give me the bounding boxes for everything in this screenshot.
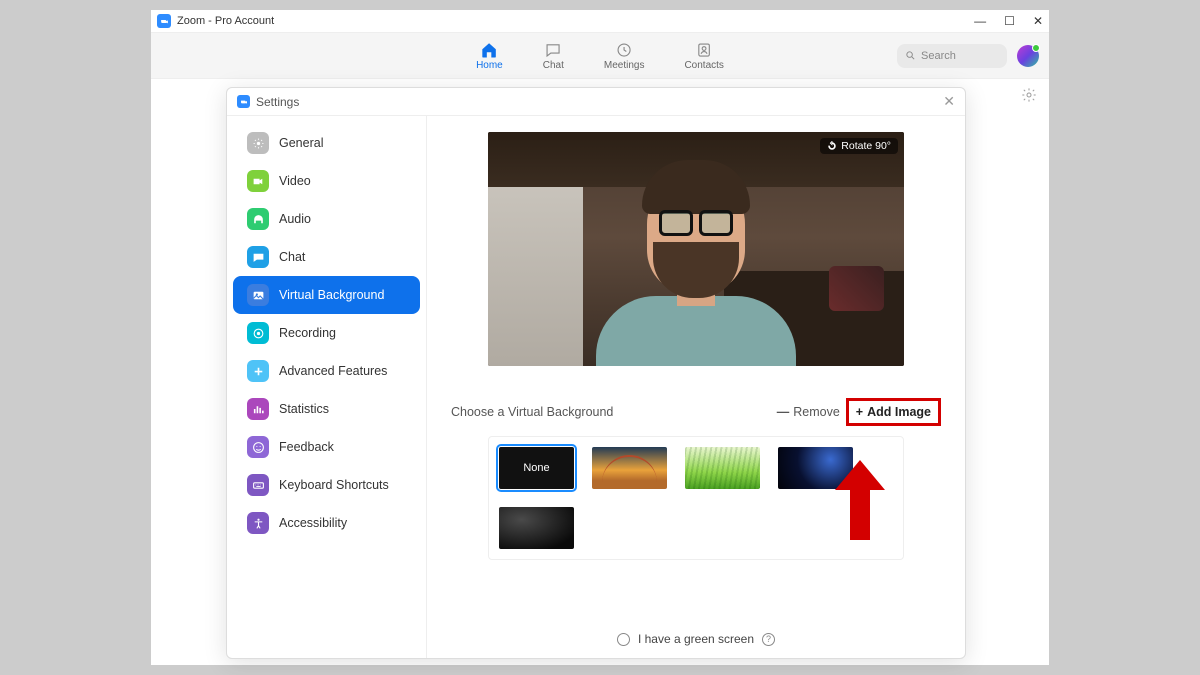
search-input[interactable]: Search bbox=[897, 44, 1007, 68]
search-icon bbox=[905, 50, 916, 61]
user-avatar[interactable] bbox=[1017, 45, 1039, 67]
background-thumb-dark[interactable] bbox=[499, 507, 574, 549]
plus-icon: + bbox=[856, 405, 863, 419]
add-image-button[interactable]: + Add Image bbox=[850, 402, 937, 422]
help-icon[interactable]: ? bbox=[762, 633, 775, 646]
add-image-highlight: + Add Image bbox=[846, 398, 941, 426]
nav-tab-label: Meetings bbox=[604, 60, 645, 71]
record-icon bbox=[247, 322, 269, 344]
choose-background-label: Choose a Virtual Background bbox=[451, 405, 771, 419]
window-title: Zoom - Pro Account bbox=[177, 15, 274, 27]
sidebar-item-label: Chat bbox=[279, 250, 305, 264]
settings-content-virtual-background: Rotate 90° Choose a Virtual Background —… bbox=[427, 116, 965, 658]
rotate-label: Rotate 90° bbox=[841, 140, 891, 152]
smile-icon bbox=[247, 436, 269, 458]
gear-icon bbox=[247, 132, 269, 154]
sidebar-item-chat[interactable]: Chat bbox=[233, 238, 420, 276]
nav-tab-label: Home bbox=[476, 60, 503, 71]
nav-tab-label: Chat bbox=[543, 60, 564, 71]
image-icon bbox=[247, 284, 269, 306]
home-icon bbox=[479, 40, 499, 60]
window-close-button[interactable]: ✕ bbox=[1033, 14, 1043, 28]
sidebar-item-label: Feedback bbox=[279, 440, 334, 454]
add-image-label: Add Image bbox=[867, 405, 931, 419]
chat-bubble-icon bbox=[543, 40, 563, 60]
settings-gear-button[interactable] bbox=[1021, 87, 1037, 108]
sidebar-item-label: Virtual Background bbox=[279, 288, 384, 302]
rotate-90-button[interactable]: Rotate 90° bbox=[820, 138, 898, 154]
headphones-icon bbox=[247, 208, 269, 230]
settings-close-button[interactable]: ✕ bbox=[943, 93, 955, 110]
video-icon bbox=[247, 170, 269, 192]
minus-icon: — bbox=[777, 405, 790, 419]
settings-dialog-header: Settings ✕ bbox=[227, 88, 965, 116]
gear-icon bbox=[1021, 87, 1037, 103]
chat-icon bbox=[247, 246, 269, 268]
zoom-logo-icon bbox=[157, 14, 171, 28]
settings-dialog-title: Settings bbox=[256, 95, 299, 109]
search-placeholder: Search bbox=[921, 50, 956, 62]
rotate-icon bbox=[827, 141, 837, 151]
remove-label: Remove bbox=[793, 405, 840, 419]
sidebar-item-video[interactable]: Video bbox=[233, 162, 420, 200]
window-maximize-button[interactable]: ☐ bbox=[1004, 14, 1015, 28]
main-content-area: Settings ✕ General Video Audio bbox=[151, 79, 1049, 665]
background-thumb-bridge[interactable] bbox=[592, 447, 667, 489]
sidebar-item-label: Advanced Features bbox=[279, 364, 387, 378]
window-minimize-button[interactable]: — bbox=[974, 14, 986, 28]
nav-tab-label: Contacts bbox=[684, 60, 723, 71]
sidebar-item-general[interactable]: General bbox=[233, 124, 420, 162]
clock-icon bbox=[614, 40, 634, 60]
green-screen-row: I have a green screen ? bbox=[451, 626, 941, 648]
green-screen-radio[interactable] bbox=[617, 633, 630, 646]
background-thumb-grass[interactable] bbox=[685, 447, 760, 489]
background-thumbnails: None bbox=[488, 436, 904, 560]
nav-tab-home[interactable]: Home bbox=[476, 40, 503, 71]
remove-background-button[interactable]: — Remove bbox=[771, 402, 846, 422]
window-titlebar: Zoom - Pro Account — ☐ ✕ bbox=[151, 10, 1049, 33]
sidebar-item-statistics[interactable]: Statistics bbox=[233, 390, 420, 428]
background-thumb-none[interactable]: None bbox=[499, 447, 574, 489]
sidebar-item-advanced-features[interactable]: Advanced Features bbox=[233, 352, 420, 390]
zoom-app-window: Zoom - Pro Account — ☐ ✕ Home Chat bbox=[150, 9, 1050, 666]
settings-dialog: Settings ✕ General Video Audio bbox=[226, 87, 966, 659]
sidebar-item-audio[interactable]: Audio bbox=[233, 200, 420, 238]
settings-sidebar: General Video Audio Chat bbox=[227, 116, 427, 658]
bar-chart-icon bbox=[247, 398, 269, 420]
keyboard-icon bbox=[247, 474, 269, 496]
accessibility-icon bbox=[247, 512, 269, 534]
nav-tab-contacts[interactable]: Contacts bbox=[684, 40, 723, 71]
sidebar-item-keyboard-shortcuts[interactable]: Keyboard Shortcuts bbox=[233, 466, 420, 504]
nav-tab-chat[interactable]: Chat bbox=[543, 40, 564, 71]
background-thumb-space[interactable] bbox=[778, 447, 853, 489]
none-thumb-label: None bbox=[523, 462, 549, 474]
plus-icon bbox=[247, 360, 269, 382]
top-navigation: Home Chat Meetings Contacts bbox=[151, 33, 1049, 79]
camera-preview: Rotate 90° bbox=[488, 132, 904, 366]
sidebar-item-label: Accessibility bbox=[279, 516, 347, 530]
sidebar-item-feedback[interactable]: Feedback bbox=[233, 428, 420, 466]
sidebar-item-label: Keyboard Shortcuts bbox=[279, 478, 389, 492]
sidebar-item-recording[interactable]: Recording bbox=[233, 314, 420, 352]
sidebar-item-label: General bbox=[279, 136, 323, 150]
nav-tab-meetings[interactable]: Meetings bbox=[604, 40, 645, 71]
zoom-logo-icon bbox=[237, 95, 250, 108]
contacts-icon bbox=[694, 40, 714, 60]
sidebar-item-accessibility[interactable]: Accessibility bbox=[233, 504, 420, 542]
sidebar-item-label: Statistics bbox=[279, 402, 329, 416]
sidebar-item-label: Video bbox=[279, 174, 311, 188]
sidebar-item-label: Audio bbox=[279, 212, 311, 226]
green-screen-label: I have a green screen bbox=[638, 632, 754, 646]
sidebar-item-virtual-background[interactable]: Virtual Background bbox=[233, 276, 420, 314]
sidebar-item-label: Recording bbox=[279, 326, 336, 340]
